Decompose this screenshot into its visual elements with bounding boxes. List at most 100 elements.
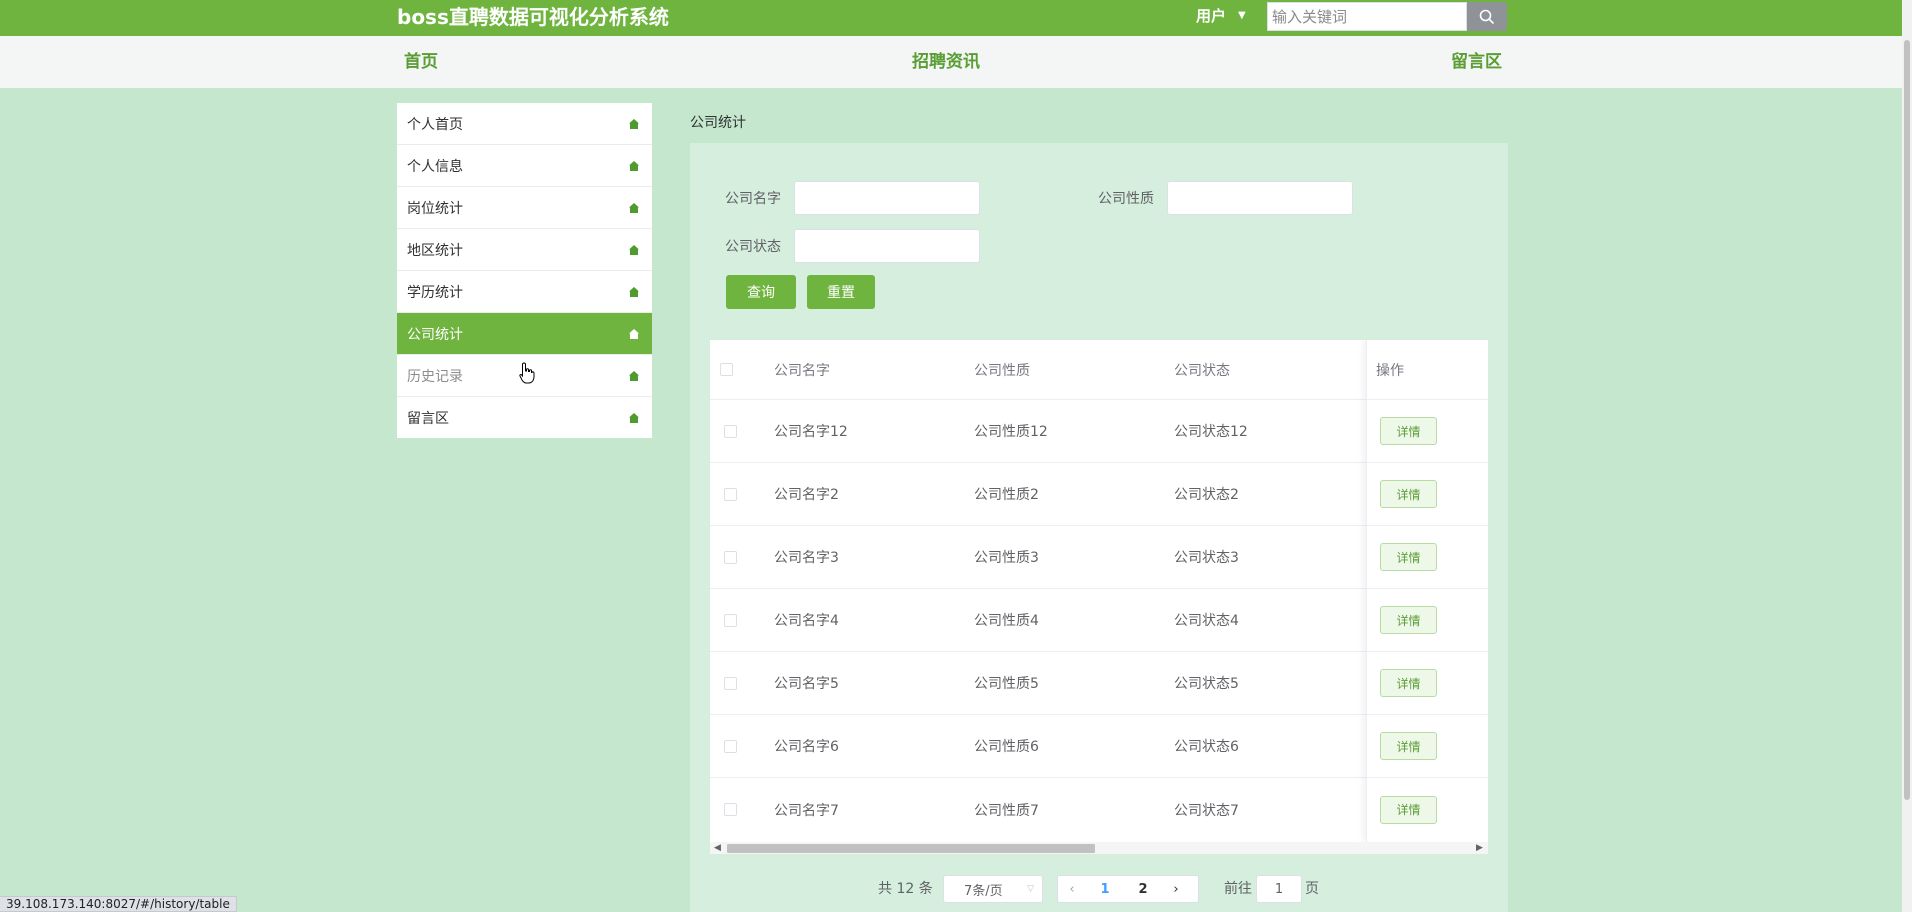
cell-company-name: 公司名字2 — [774, 487, 839, 503]
cell-company-type: 公司性质6 — [974, 739, 1039, 755]
query-button[interactable]: 查询 — [726, 275, 796, 309]
search-icon — [1479, 9, 1495, 24]
action-header-row: 操作 — [1367, 340, 1488, 400]
home-icon — [629, 412, 639, 423]
sidebar-item-label: 地区统计 — [407, 242, 463, 259]
home-icon — [629, 328, 639, 339]
nav-jobs[interactable]: 招聘资讯 — [912, 52, 980, 72]
cell-company-type: 公司性质5 — [974, 676, 1039, 692]
goto-page-input[interactable]: 1 — [1256, 875, 1302, 903]
row-checkbox[interactable] — [724, 739, 737, 753]
row-checkbox[interactable] — [724, 550, 737, 564]
hand-cursor-icon — [519, 362, 535, 384]
detail-button[interactable]: 详情 — [1380, 732, 1437, 760]
chevron-down-icon: ▽ — [1027, 884, 1034, 894]
cell-company-status: 公司状态3 — [1174, 550, 1239, 566]
scrollbar-thumb[interactable] — [727, 844, 1095, 853]
detail-button[interactable]: 详情 — [1380, 606, 1437, 634]
pager: ‹ 1 2 › — [1057, 875, 1199, 903]
search-button[interactable] — [1467, 2, 1507, 31]
header-company-status[interactable]: 公司状态 — [1174, 340, 1230, 399]
nav-messages[interactable]: 留言区 — [1451, 52, 1502, 72]
page-suffix: 页 — [1305, 881, 1319, 897]
cell-company-name: 公司名字12 — [774, 424, 848, 440]
sidebar-item-label: 公司统计 — [407, 326, 463, 343]
page-size-value: 7条/页 — [964, 883, 1003, 899]
company-name-input[interactable] — [794, 181, 980, 215]
action-row: 详情 — [1367, 589, 1488, 652]
page-number[interactable]: 2 — [1124, 882, 1162, 897]
page-number-current[interactable]: 1 — [1086, 882, 1124, 897]
sidebar-item-label: 个人信息 — [407, 158, 463, 175]
caret-down-icon: ▼ — [1238, 10, 1246, 21]
cell-company-type: 公司性质7 — [974, 802, 1039, 819]
cell-company-name: 公司名字7 — [774, 802, 839, 819]
cell-company-status: 公司状态5 — [1174, 676, 1239, 692]
goto-page-value: 1 — [1274, 881, 1284, 897]
cell-company-status: 公司状态2 — [1174, 487, 1239, 503]
company-status-input[interactable] — [794, 229, 980, 263]
company-type-input[interactable] — [1167, 181, 1353, 215]
header-company-name[interactable]: 公司名字 — [774, 340, 830, 399]
scroll-left-icon[interactable]: ◀ — [714, 843, 721, 853]
horizontal-scrollbar[interactable]: ◀ ▶ — [710, 842, 1488, 854]
detail-button[interactable]: 详情 — [1380, 543, 1437, 571]
action-row: 详情 — [1367, 778, 1488, 841]
detail-button[interactable]: 详情 — [1380, 795, 1437, 824]
company-name-label: 公司名字 — [725, 191, 781, 207]
sidebar-item-label: 历史记录 — [407, 368, 463, 385]
sidebar-item-personal-home[interactable]: 个人首页 — [397, 103, 652, 145]
sidebar-item-label: 留言区 — [407, 410, 449, 427]
action-row: 详情 — [1367, 463, 1488, 526]
company-type-label: 公司性质 — [1098, 191, 1154, 207]
sidebar-item-education-stats[interactable]: 学历统计 — [397, 271, 652, 313]
detail-button[interactable]: 详情 — [1380, 669, 1437, 697]
sidebar-item-label: 岗位统计 — [407, 200, 463, 217]
browser-status-url: 39.108.173.140:8027/#/history/table — [0, 896, 237, 912]
action-row: 详情 — [1367, 715, 1488, 778]
reset-button[interactable]: 重置 — [807, 275, 875, 309]
sidebar-item-label: 个人首页 — [407, 116, 463, 133]
search-input[interactable] — [1267, 2, 1467, 31]
company-table: 公司名字 公司性质 公司状态 公司名字12 公司性质12 公司状态12 公司名字… — [710, 340, 1488, 854]
row-checkbox[interactable] — [724, 803, 737, 816]
row-checkbox[interactable] — [724, 613, 737, 627]
header-company-type[interactable]: 公司性质 — [974, 340, 1030, 399]
cell-company-type: 公司性质12 — [974, 424, 1048, 440]
nav-home[interactable]: 首页 — [404, 52, 438, 72]
row-checkbox[interactable] — [724, 676, 737, 690]
action-row: 详情 — [1367, 400, 1488, 463]
sidebar-item-region-stats[interactable]: 地区统计 — [397, 229, 652, 271]
vertical-scrollbar[interactable] — [1902, 0, 1912, 912]
next-page-icon[interactable]: › — [1162, 882, 1190, 897]
action-row: 详情 — [1367, 526, 1488, 589]
home-icon — [629, 202, 639, 213]
sidebar-item-messages[interactable]: 留言区 — [397, 397, 652, 438]
cell-company-name: 公司名字6 — [774, 739, 839, 755]
home-icon — [629, 286, 639, 297]
scroll-right-icon[interactable]: ▶ — [1476, 843, 1483, 853]
cell-company-status: 公司状态7 — [1174, 802, 1239, 819]
cell-company-type: 公司性质4 — [974, 613, 1039, 629]
prev-page-icon[interactable]: ‹ — [1058, 882, 1086, 897]
pagination-total: 共 12 条 — [878, 881, 933, 897]
vertical-scrollbar-thumb[interactable] — [1904, 40, 1910, 800]
action-column: 操作 详情 详情 详情 详情 详情 详情 详情 — [1366, 340, 1488, 842]
main-nav: 首页 招聘资讯 留言区 — [0, 36, 1902, 88]
sidebar-item-company-stats[interactable]: 公司统计 — [397, 313, 652, 355]
cell-company-status: 公司状态6 — [1174, 739, 1239, 755]
sidebar-item-personal-info[interactable]: 个人信息 — [397, 145, 652, 187]
goto-label: 前往 — [1224, 881, 1252, 897]
user-menu[interactable]: 用户 ▼ — [1196, 6, 1246, 26]
home-icon — [629, 118, 639, 129]
row-checkbox[interactable] — [724, 424, 737, 438]
sidebar-item-job-stats[interactable]: 岗位统计 — [397, 187, 652, 229]
page-size-select[interactable]: 7条/页 ▽ — [943, 875, 1043, 903]
detail-button[interactable]: 详情 — [1380, 480, 1437, 508]
breadcrumb: 公司统计 — [690, 115, 746, 131]
content-panel: 公司名字 公司性质 公司状态 查询 重置 公司名字 公司性质 公司状态 公司名字… — [690, 143, 1508, 912]
cell-company-status: 公司状态12 — [1174, 424, 1248, 440]
detail-button[interactable]: 详情 — [1380, 417, 1437, 445]
row-checkbox[interactable] — [724, 487, 737, 501]
select-all-checkbox[interactable] — [720, 363, 733, 376]
